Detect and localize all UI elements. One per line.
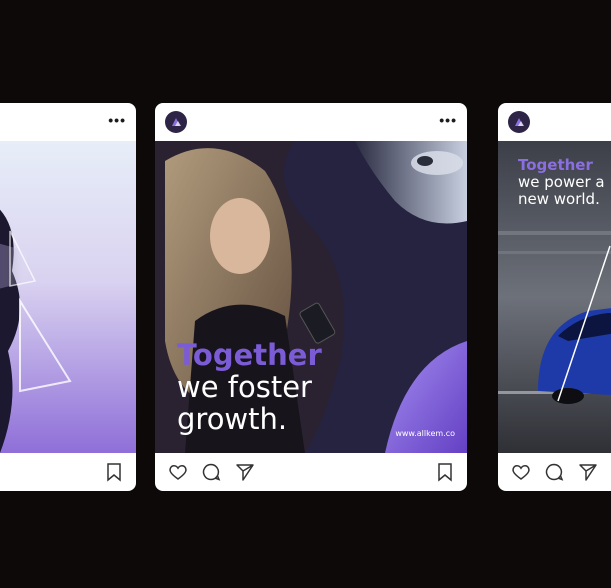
post-actions: [155, 453, 467, 491]
bookmark-icon[interactable]: [435, 462, 455, 482]
headline-line-2: growth.: [177, 402, 288, 436]
more-options-icon[interactable]: •••: [439, 113, 457, 127]
avatar[interactable]: [165, 111, 187, 133]
post-headline: Together we foster growth.: [177, 339, 322, 435]
comment-icon[interactable]: [544, 462, 564, 482]
post-image[interactable]: Together we power a new world.: [498, 141, 611, 453]
share-icon[interactable]: [235, 462, 255, 482]
abstract-portrait-image: [0, 141, 136, 453]
website-url: www.allkem.co: [395, 429, 455, 438]
post-actions: [498, 453, 611, 491]
post-header: •••: [0, 103, 136, 141]
headline-accent: Together: [177, 338, 322, 372]
avatar[interactable]: [508, 111, 530, 133]
brand-logo-icon: [172, 118, 181, 126]
share-icon[interactable]: [578, 462, 598, 482]
bookmark-icon[interactable]: [104, 462, 124, 482]
brand-logo-icon: [515, 118, 524, 126]
post-header: •••: [155, 103, 467, 141]
post-image[interactable]: Together we foster growth. www.allkem.co: [155, 141, 467, 453]
post-headline: Together we power a new world.: [518, 157, 605, 208]
headline-line-1: we foster: [177, 370, 312, 404]
post-header: [498, 103, 611, 141]
headline-line-2: new world.: [518, 190, 600, 208]
more-options-icon[interactable]: •••: [108, 113, 126, 127]
post-actions: [0, 453, 136, 491]
headline-line-1: we power a: [518, 173, 605, 191]
post-card-right: Together we power a new world.: [498, 103, 611, 491]
post-image[interactable]: [0, 141, 136, 453]
comment-icon[interactable]: [201, 462, 221, 482]
like-icon[interactable]: [168, 462, 188, 482]
post-card-left: •••: [0, 103, 136, 491]
post-card-center: ••• Together we foster growth. www.allke…: [155, 103, 467, 491]
like-icon[interactable]: [511, 462, 531, 482]
headline-accent: Together: [518, 156, 593, 174]
